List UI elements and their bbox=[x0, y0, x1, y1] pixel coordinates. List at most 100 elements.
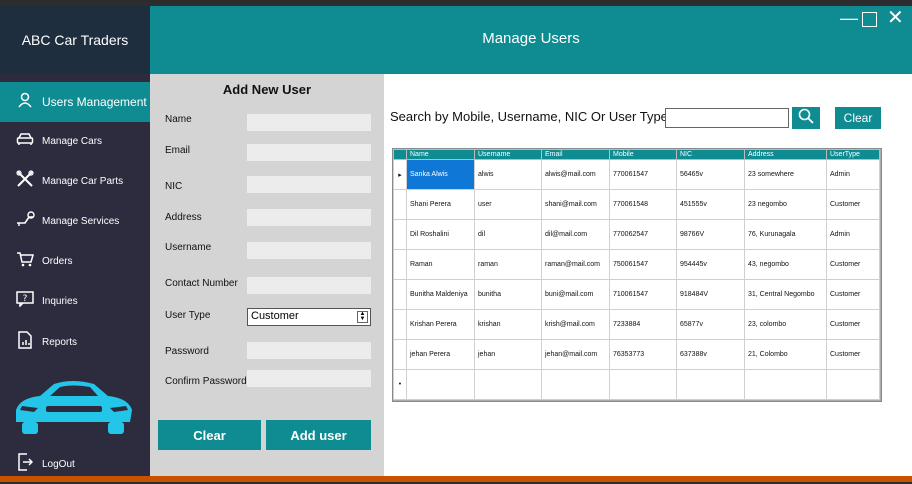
confirm-password-field[interactable] bbox=[247, 370, 371, 387]
column-header-email[interactable]: Email bbox=[541, 149, 610, 160]
column-header-mobile[interactable]: Mobile bbox=[609, 149, 677, 160]
table-cell[interactable]: Bunitha Maldeniya bbox=[406, 279, 475, 310]
table-cell[interactable]: Customer bbox=[826, 309, 880, 340]
search-clear-button[interactable]: Clear bbox=[835, 107, 881, 129]
table-cell[interactable]: 770061547 bbox=[609, 159, 677, 190]
contact-number-field[interactable] bbox=[247, 277, 371, 294]
table-row[interactable]: Shani Perera user shani@mail.com 7700615… bbox=[393, 189, 880, 220]
table-cell[interactable]: 954445v bbox=[676, 249, 745, 280]
email-field[interactable] bbox=[247, 144, 371, 161]
table-cell[interactable]: 43, negombo bbox=[744, 249, 827, 280]
table-cell[interactable]: Admin bbox=[826, 159, 880, 190]
table-cell[interactable]: bunitha bbox=[474, 279, 542, 310]
table-cell[interactable]: 98766V bbox=[676, 219, 745, 250]
minimize-button[interactable]: — bbox=[840, 9, 858, 27]
user-type-select[interactable]: Customer ▲ ▼ bbox=[247, 308, 371, 326]
table-cell[interactable]: 770062547 bbox=[609, 219, 677, 250]
table-cell[interactable]: Shani Perera bbox=[406, 189, 475, 220]
table-cell[interactable]: raman@mail.com bbox=[541, 249, 610, 280]
table-cell[interactable]: jehan@mail.com bbox=[541, 339, 610, 370]
table-cell[interactable]: shani@mail.com bbox=[541, 189, 610, 220]
table-row[interactable]: Krishan Perera krishan krish@mail.com 72… bbox=[393, 309, 880, 340]
username-field[interactable] bbox=[247, 242, 371, 259]
sidebar-item-manage-cars[interactable]: Manage Cars bbox=[0, 121, 150, 161]
table-cell[interactable]: 23 negombo bbox=[744, 189, 827, 220]
row-header[interactable] bbox=[393, 219, 407, 250]
table-cell[interactable]: alwis bbox=[474, 159, 542, 190]
column-header-usertype[interactable]: UserType bbox=[826, 149, 880, 160]
table-cell[interactable] bbox=[826, 369, 880, 400]
row-header[interactable] bbox=[393, 309, 407, 340]
table-row[interactable]: Dil Roshalini dil dil@mail.com 770062547… bbox=[393, 219, 880, 250]
row-header[interactable] bbox=[393, 279, 407, 310]
table-cell[interactable]: 710061547 bbox=[609, 279, 677, 310]
table-row[interactable]: jehan Perera jehan jehan@mail.com 763537… bbox=[393, 339, 880, 370]
table-cell[interactable]: Krishan Perera bbox=[406, 309, 475, 340]
new-row[interactable]: • bbox=[393, 369, 880, 400]
column-header-username[interactable]: Username bbox=[474, 149, 542, 160]
table-cell[interactable]: Customer bbox=[826, 339, 880, 370]
table-cell[interactable]: krish@mail.com bbox=[541, 309, 610, 340]
row-header[interactable] bbox=[393, 339, 407, 370]
table-cell[interactable]: 76353773 bbox=[609, 339, 677, 370]
table-cell[interactable]: user bbox=[474, 189, 542, 220]
address-field[interactable] bbox=[247, 209, 371, 226]
table-cell[interactable]: jehan Perera bbox=[406, 339, 475, 370]
table-row[interactable]: ▸ Sanka Alwis alwis alwis@mail.com 77006… bbox=[393, 159, 880, 190]
table-cell[interactable] bbox=[474, 369, 542, 400]
table-cell[interactable]: Raman bbox=[406, 249, 475, 280]
table-cell[interactable]: 23 somewhere bbox=[744, 159, 827, 190]
table-cell[interactable]: alwis@mail.com bbox=[541, 159, 610, 190]
table-cell[interactable]: Admin bbox=[826, 219, 880, 250]
table-cell[interactable] bbox=[609, 369, 677, 400]
table-cell[interactable]: Customer bbox=[826, 279, 880, 310]
close-button[interactable]: ✕ bbox=[887, 8, 904, 28]
nic-field[interactable] bbox=[247, 176, 371, 193]
table-cell[interactable]: raman bbox=[474, 249, 542, 280]
table-cell[interactable]: dil@mail.com bbox=[541, 219, 610, 250]
table-cell[interactable]: 21, Colombo bbox=[744, 339, 827, 370]
table-cell[interactable]: 750061547 bbox=[609, 249, 677, 280]
table-cell[interactable]: Customer bbox=[826, 189, 880, 220]
table-cell[interactable]: 770061548 bbox=[609, 189, 677, 220]
name-field[interactable] bbox=[247, 114, 371, 131]
table-cell[interactable] bbox=[676, 369, 745, 400]
table-cell[interactable]: jehan bbox=[474, 339, 542, 370]
sidebar-item-manage-services[interactable]: Manage Services bbox=[0, 201, 150, 241]
table-cell[interactable]: 7233884 bbox=[609, 309, 677, 340]
sidebar-item-reports[interactable]: Reports bbox=[0, 322, 150, 362]
table-cell[interactable]: 23, colombo bbox=[744, 309, 827, 340]
table-cell[interactable]: dil bbox=[474, 219, 542, 250]
row-header[interactable] bbox=[393, 249, 407, 280]
table-cell[interactable]: 918484V bbox=[676, 279, 745, 310]
table-cell[interactable]: 56465v bbox=[676, 159, 745, 190]
table-cell[interactable]: 451555v bbox=[676, 189, 745, 220]
password-field[interactable] bbox=[247, 342, 371, 359]
users-data-grid[interactable]: Name Username Email Mobile NIC Address U… bbox=[392, 148, 882, 402]
sidebar-item-inquries[interactable]: ? Inquries bbox=[0, 281, 150, 321]
maximize-button[interactable] bbox=[862, 12, 877, 27]
table-cell[interactable]: Dil Roshalini bbox=[406, 219, 475, 250]
table-cell[interactable]: 76, Kurunagala bbox=[744, 219, 827, 250]
table-cell[interactable]: 65877v bbox=[676, 309, 745, 340]
table-cell[interactable]: Customer bbox=[826, 249, 880, 280]
search-input[interactable] bbox=[665, 108, 789, 128]
table-cell[interactable] bbox=[541, 369, 610, 400]
table-cell[interactable]: 637388v bbox=[676, 339, 745, 370]
table-cell[interactable] bbox=[406, 369, 475, 400]
row-header[interactable] bbox=[393, 189, 407, 220]
table-cell[interactable]: Sanka Alwis bbox=[406, 159, 475, 190]
spinner-icon[interactable]: ▲ ▼ bbox=[357, 311, 368, 323]
form-clear-button[interactable]: Clear bbox=[158, 420, 261, 450]
table-cell[interactable]: buni@mail.com bbox=[541, 279, 610, 310]
column-header-address[interactable]: Address bbox=[744, 149, 827, 160]
table-row[interactable]: Bunitha Maldeniya bunitha buni@mail.com … bbox=[393, 279, 880, 310]
table-cell[interactable]: krishan bbox=[474, 309, 542, 340]
sidebar-item-orders[interactable]: Orders bbox=[0, 241, 150, 281]
column-header-name[interactable]: Name bbox=[406, 149, 475, 160]
column-header-nic[interactable]: NIC bbox=[676, 149, 745, 160]
table-cell[interactable] bbox=[744, 369, 827, 400]
add-user-button[interactable]: Add user bbox=[266, 420, 371, 450]
sidebar-item-manage-car-parts[interactable]: Manage Car Parts bbox=[0, 161, 150, 201]
search-button[interactable] bbox=[792, 107, 820, 129]
